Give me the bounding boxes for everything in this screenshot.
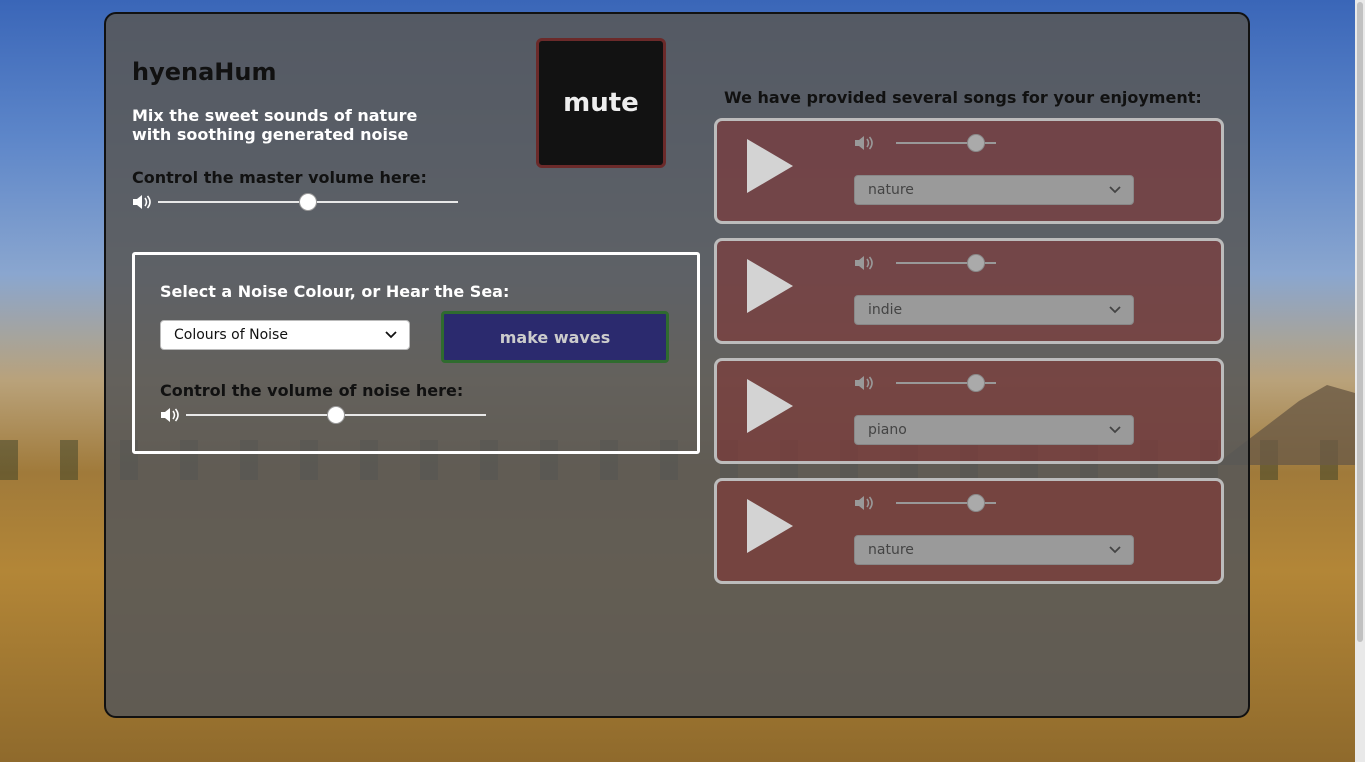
song-player: indie — [714, 238, 1224, 344]
song-player: piano — [714, 358, 1224, 464]
slider-knob[interactable] — [299, 193, 317, 211]
scrollbar-thumb[interactable] — [1357, 2, 1363, 642]
speaker-icon — [855, 496, 873, 510]
play-icon[interactable] — [741, 255, 797, 317]
noise-volume-label: Control the volume of noise here: — [160, 381, 464, 400]
song-genre-select[interactable]: piano — [854, 415, 1134, 445]
chevron-down-icon — [1109, 306, 1121, 314]
play-icon[interactable] — [741, 375, 797, 437]
song-player: nature — [714, 118, 1224, 224]
song-genre-value: nature — [868, 182, 914, 198]
chevron-down-icon — [1109, 186, 1121, 194]
noise-volume-control — [160, 405, 486, 425]
play-icon[interactable] — [741, 495, 797, 557]
song-volume-control — [854, 253, 996, 273]
noise-heading: Select a Noise Colour, or Hear the Sea: — [160, 282, 510, 301]
slider-knob[interactable] — [967, 374, 985, 392]
song-volume-slider[interactable] — [896, 133, 996, 153]
page-scrollbar[interactable] — [1355, 0, 1365, 762]
song-volume-control — [854, 493, 996, 513]
slider-knob[interactable] — [967, 494, 985, 512]
speaker-icon — [855, 256, 873, 270]
mute-button[interactable]: mute — [536, 38, 666, 168]
song-genre-select[interactable]: nature — [854, 535, 1134, 565]
play-icon[interactable] — [741, 135, 797, 197]
songs-heading: We have provided several songs for your … — [724, 88, 1202, 107]
main-panel: hyenaHum Mix the sweet sounds of nature … — [104, 12, 1250, 718]
speaker-icon — [855, 376, 873, 390]
song-volume-slider[interactable] — [896, 253, 996, 273]
noise-section: Select a Noise Colour, or Hear the Sea: … — [132, 252, 700, 454]
chevron-down-icon — [385, 331, 397, 339]
app-title: hyenaHum — [132, 58, 277, 86]
speaker-icon — [161, 408, 179, 422]
noise-colour-select-value: Colours of Noise — [174, 327, 288, 343]
song-volume-slider[interactable] — [896, 493, 996, 513]
noise-volume-slider[interactable] — [186, 405, 486, 425]
slider-knob[interactable] — [967, 134, 985, 152]
song-genre-value: indie — [868, 302, 903, 318]
speaker-icon — [133, 195, 151, 209]
song-genre-select[interactable]: nature — [854, 175, 1134, 205]
slider-knob[interactable] — [327, 406, 345, 424]
make-waves-button[interactable]: make waves — [441, 311, 669, 363]
master-volume-label: Control the master volume here: — [132, 168, 427, 187]
chevron-down-icon — [1109, 546, 1121, 554]
slider-knob[interactable] — [967, 254, 985, 272]
song-genre-select[interactable]: indie — [854, 295, 1134, 325]
song-player: nature — [714, 478, 1224, 584]
noise-colour-select[interactable]: Colours of Noise — [160, 320, 410, 350]
app-subtitle: Mix the sweet sounds of nature with soot… — [132, 106, 418, 144]
song-genre-value: nature — [868, 542, 914, 558]
song-genre-value: piano — [868, 422, 907, 438]
speaker-icon — [855, 136, 873, 150]
song-volume-slider[interactable] — [896, 373, 996, 393]
master-volume-slider[interactable] — [158, 192, 458, 212]
chevron-down-icon — [1109, 426, 1121, 434]
song-volume-control — [854, 133, 996, 153]
song-volume-control — [854, 373, 996, 393]
master-volume-control — [132, 192, 458, 212]
